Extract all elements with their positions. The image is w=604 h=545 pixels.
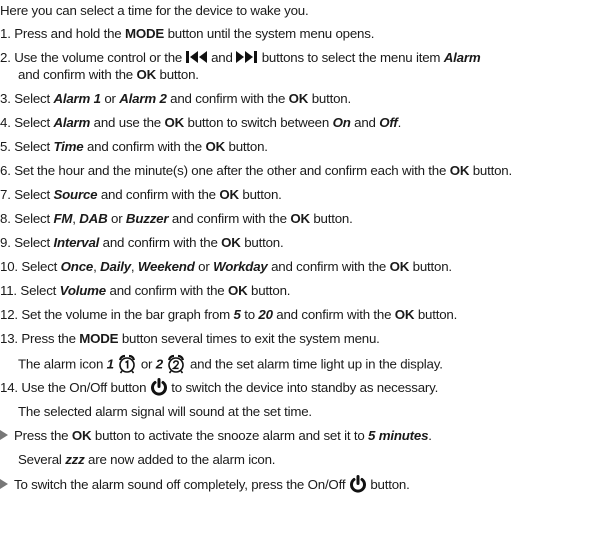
arrow-bullet-icon: [0, 430, 8, 441]
skip-back-icon: [185, 51, 207, 64]
note-snooze-cont: Several zzz are now added to the alarm i…: [18, 452, 276, 467]
step-1: 1. Press and hold the MODE button until …: [0, 26, 375, 41]
step-5: 5. Select Time and confirm with the OK b…: [0, 139, 268, 154]
intro-text: Here you can select a time for the devic…: [0, 3, 309, 18]
step-4: 4. Select Alarm and use the OK button to…: [0, 115, 402, 130]
power-icon: [150, 378, 167, 397]
note-snooze: Press the OK button to activate the snoo…: [0, 427, 432, 445]
step-2: 2. Use the volume control or the and but…: [0, 50, 481, 65]
step-11: 11. Select Volume and confirm with the O…: [0, 283, 291, 298]
step-10: 10. Select Once, Daily, Weekend or Workd…: [0, 259, 452, 274]
step-6: 6. Set the hour and the minute(s) one af…: [0, 163, 512, 178]
step-13-cont: The alarm icon 1 or 2 and the set alarm …: [18, 354, 443, 375]
step-14: 14. Use the On/Off button to switch the …: [0, 378, 439, 397]
step-14-cont: The selected alarm signal will sound at …: [18, 404, 312, 419]
arrow-bullet-icon: [0, 479, 8, 490]
step-2-cont: and confirm with the OK button.: [18, 67, 199, 82]
step-7: 7. Select Source and confirm with the OK…: [0, 187, 282, 202]
power-icon: [349, 475, 366, 494]
step-8: 8. Select FM, DAB or Buzzer and confirm …: [0, 211, 353, 226]
step-13: 13. Press the MODE button several times …: [0, 331, 380, 346]
step-9: 9. Select Interval and confirm with the …: [0, 235, 284, 250]
step-12: 12. Set the volume in the bar graph from…: [0, 307, 458, 322]
alarm-clock-1-icon: [119, 354, 136, 374]
manual-page: Here you can select a time for the devic…: [0, 0, 604, 545]
step-3: 3. Select Alarm 1 or Alarm 2 and confirm…: [0, 91, 351, 106]
note-off: To switch the alarm sound off completely…: [0, 475, 410, 494]
skip-forward-icon: [236, 51, 258, 64]
alarm-clock-2-icon: [168, 354, 185, 374]
